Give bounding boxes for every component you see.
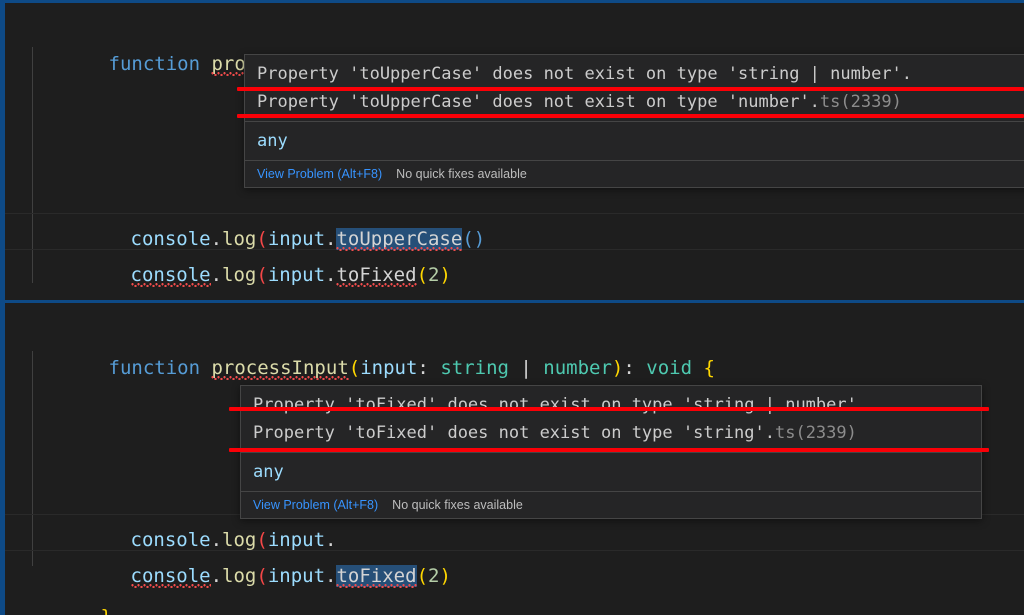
- tooltip-error-code: ts(2339): [774, 423, 857, 443]
- paren-open-2: (: [416, 264, 429, 286]
- return-type-void: void: [646, 357, 693, 379]
- paren-open: (: [256, 565, 268, 587]
- closing-brace-line-top: }: [9, 261, 112, 297]
- dot-operator: .: [325, 264, 337, 286]
- numeric-literal: 2: [428, 264, 440, 286]
- code-editor-bottom[interactable]: function processInput(input: string | nu…: [5, 303, 1024, 615]
- numeric-literal: 2: [428, 565, 440, 587]
- log-method: log: [222, 565, 257, 587]
- tooltip-type-info: any: [253, 462, 284, 482]
- type-number: number: [543, 357, 612, 379]
- closing-brace-line-bottom: }: [9, 563, 112, 615]
- type-string: string: [440, 357, 509, 379]
- paren-open-2: (: [416, 565, 429, 587]
- code-panel-bottom: function processInput(input: string | nu…: [0, 300, 1024, 615]
- code-editor-top[interactable]: function processInput(input: string | nu…: [5, 3, 1024, 303]
- function-signature-line-top: function processInput(input: string | nu…: [9, 10, 716, 75]
- argument-input: input: [267, 565, 326, 587]
- view-problem-link[interactable]: View Problem (Alt+F8): [253, 498, 378, 512]
- tooltip-actions: View Problem (Alt+F8) No quick fixes ava…: [245, 161, 1024, 187]
- tooltip-error-code: ts(2339): [819, 92, 902, 112]
- annotation-underline-2: [237, 114, 1024, 118]
- tooltip-message-primary: Property 'toUpperCase' does not exist on…: [257, 64, 913, 84]
- tooltip-actions: View Problem (Alt+F8) No quick fixes ava…: [241, 492, 981, 518]
- paren-close-2: ): [439, 565, 451, 587]
- console-object: console: [130, 264, 211, 286]
- annotation-underline-3: [229, 407, 989, 411]
- code-line-log-tofixed[interactable]: console.log(input.toFixed(2): [31, 221, 451, 286]
- paren-pair: (): [462, 228, 486, 250]
- tooltip-body: Property 'toUpperCase' does not exist on…: [245, 55, 1024, 187]
- view-problem-link[interactable]: View Problem (Alt+F8): [257, 167, 382, 181]
- tooltip-message-secondary-text: Property 'toUpperCase' does not exist on…: [257, 92, 820, 112]
- parameter-name: input: [360, 357, 418, 379]
- editor-screenshot: function processInput(input: string | nu…: [0, 0, 1024, 615]
- tooltip-body: Property 'toFixed' does not exist on typ…: [241, 386, 981, 518]
- error-hover-tooltip-top[interactable]: Property 'toUpperCase' does not exist on…: [244, 54, 1024, 188]
- log-method: log: [222, 264, 257, 286]
- brace-close: }: [101, 606, 112, 615]
- property-tofixed[interactable]: toFixed: [336, 264, 416, 286]
- argument-input: input: [267, 264, 326, 286]
- tooltip-message-secondary-text: Property 'toFixed' does not exist on typ…: [253, 423, 775, 443]
- paren-close: ): [611, 357, 624, 379]
- union-operator: |: [508, 357, 544, 379]
- param-colon: :: [417, 357, 441, 379]
- function-signature-line-bottom: function processInput(input: string | nu…: [9, 314, 715, 379]
- tooltip-message-primary: Property 'toFixed' does not exist on typ…: [253, 395, 868, 415]
- brace-open: {: [703, 357, 715, 379]
- console-object: console: [130, 565, 211, 587]
- code-line-log-tofixed-bottom[interactable]: console.log(input.toFixed(2): [31, 522, 451, 587]
- quick-fix-note: No quick fixes available: [396, 167, 527, 181]
- paren-close-2: ): [439, 264, 451, 286]
- dot-operator: .: [210, 264, 223, 286]
- annotation-underline-1: [237, 87, 1024, 91]
- keyword-function: function: [108, 53, 201, 75]
- return-colon: :: [623, 357, 647, 379]
- error-hover-tooltip-bottom[interactable]: Property 'toFixed' does not exist on typ…: [240, 385, 982, 519]
- code-panel-top: function processInput(input: string | nu…: [0, 0, 1024, 303]
- function-name: processInput: [211, 357, 349, 379]
- keyword-function: function: [108, 357, 201, 379]
- paren-open: (: [348, 357, 361, 379]
- tooltip-type-info: any: [257, 131, 288, 151]
- property-tofixed[interactable]: toFixed: [336, 565, 417, 587]
- quick-fix-note: No quick fixes available: [392, 498, 523, 512]
- dot-operator: .: [210, 565, 223, 587]
- paren-open: (: [256, 264, 268, 286]
- code-line-log-touppercase[interactable]: console.log(input.toUpperCase(): [31, 185, 485, 250]
- annotation-underline-4: [229, 448, 989, 452]
- dot-operator: .: [325, 565, 337, 587]
